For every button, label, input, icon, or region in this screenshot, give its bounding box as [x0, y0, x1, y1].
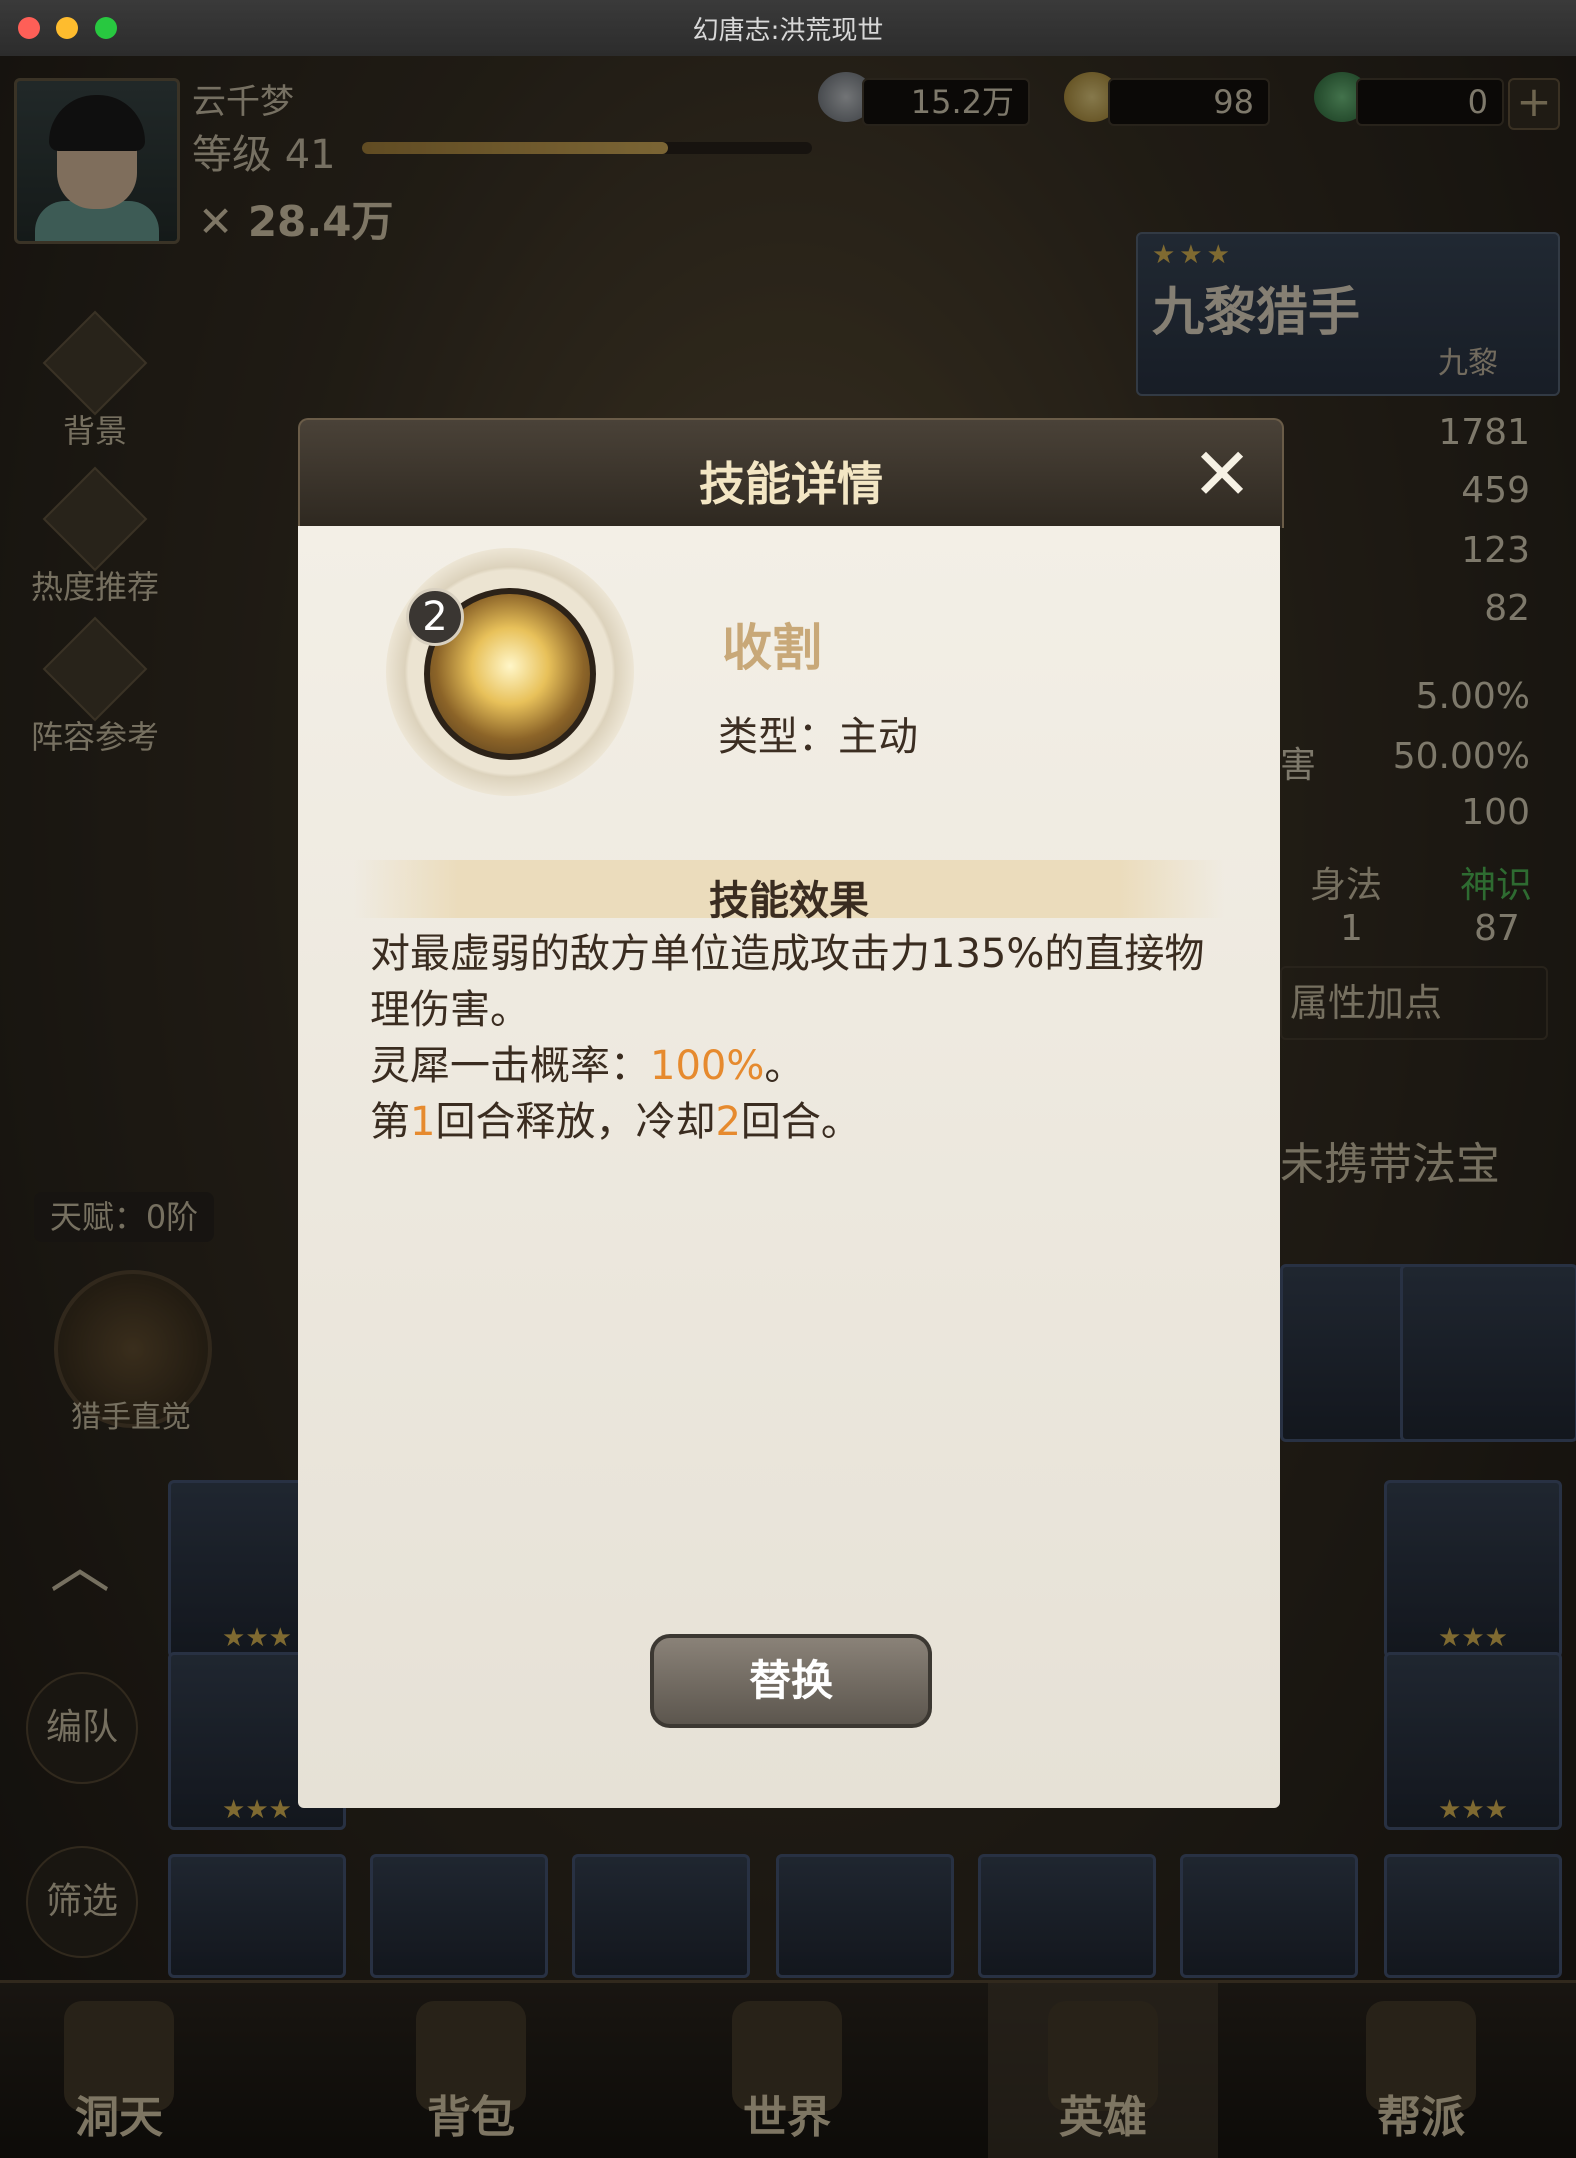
dialog-body: 2 收割 类型：主动 技能效果 对最虚弱的敌方单位造成攻击力135%的直接物理伤…	[298, 526, 1280, 1808]
window-title: 幻唐志:洪荒现世	[692, 16, 884, 46]
crit-prefix: 灵犀一击概率：	[370, 1043, 650, 1089]
round-prefix: 第	[370, 1099, 410, 1145]
crit-suffix: 。	[764, 1043, 805, 1089]
game-viewport: 云千梦 等级 41 ✕ 28.4万 15.2万 98 0 + 背景 热度推荐 阵…	[0, 56, 1576, 2158]
desc-line: 对最虚弱的敌方单位造成攻击力135%的直接物理伤害。	[370, 931, 1205, 1033]
skill-type: 类型：主动	[718, 714, 918, 760]
round-mid: 回合释放，冷却	[435, 1099, 716, 1145]
dialog-title: 技能详情	[699, 457, 883, 511]
skill-description: 对最虚弱的敌方单位造成攻击力135%的直接物理伤害。 灵犀一击概率：100%。 …	[370, 926, 1210, 1150]
replace-button[interactable]: 替换	[650, 1634, 932, 1728]
effect-header-bar: 技能效果	[354, 860, 1224, 924]
crit-chance-line: 灵犀一击概率：100%。	[370, 1038, 1210, 1094]
cooldown-value: 2	[715, 1099, 741, 1145]
round-suffix: 回合。	[740, 1099, 861, 1145]
window-titlebar: 幻唐志:洪荒现世	[0, 0, 1576, 57]
cooldown-line: 第1回合释放，冷却2回合。	[370, 1094, 1210, 1150]
effect-header: 技能效果	[709, 878, 869, 924]
skill-name: 收割	[722, 619, 822, 677]
round-value: 1	[410, 1099, 436, 1145]
skill-level-badge: 2	[406, 588, 464, 646]
dialog-header: 技能详情 ✕	[298, 418, 1284, 528]
close-icon[interactable]: ✕	[1186, 438, 1258, 510]
crit-value: 100%	[650, 1043, 765, 1089]
skill-details-dialog: 技能详情 ✕ 2 收割 类型：主动 技能效果 对最虚弱的敌方单位造成攻击力135…	[298, 418, 1284, 1808]
